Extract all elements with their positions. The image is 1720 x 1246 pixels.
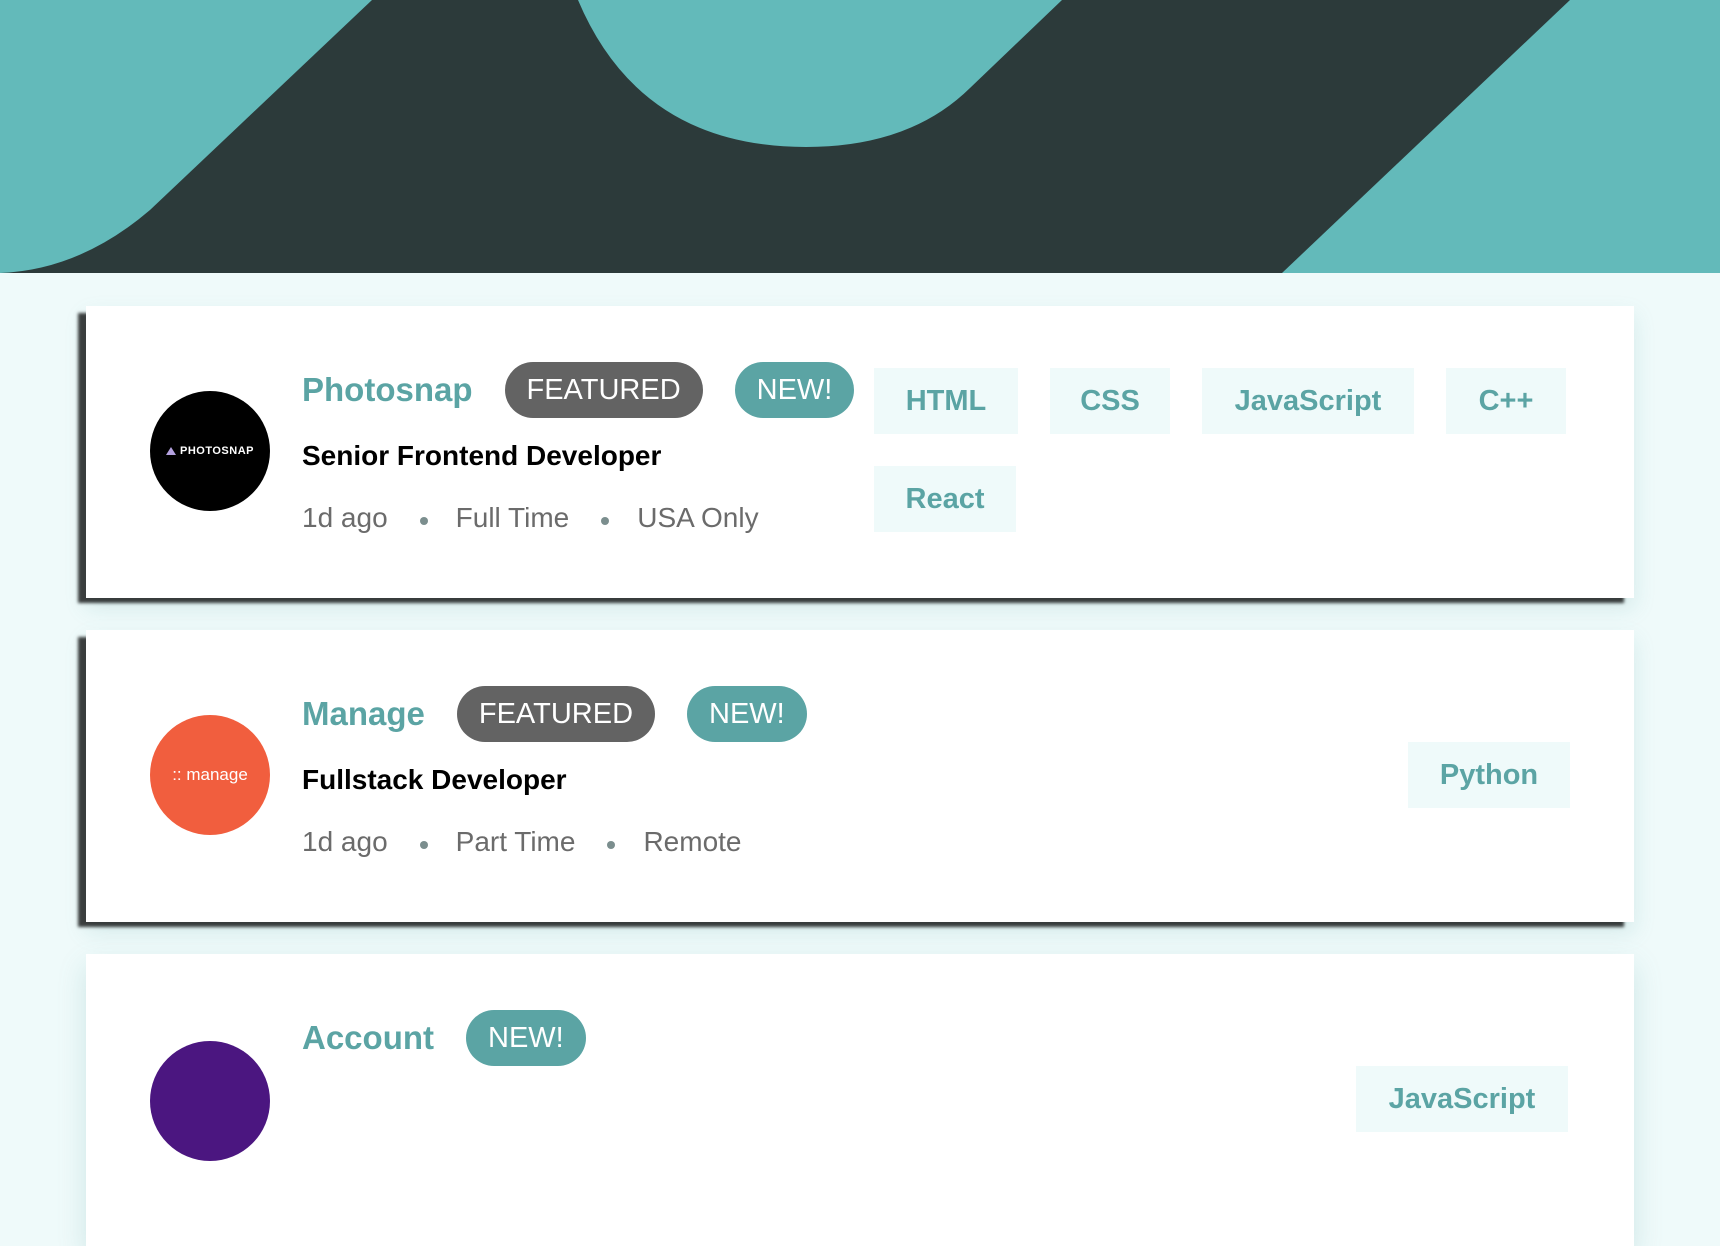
separator-dot-icon <box>607 841 616 849</box>
tag-cpp[interactable]: C++ <box>1446 368 1566 434</box>
header-pattern <box>0 0 1720 273</box>
new-badge: NEW! <box>687 686 807 742</box>
job-tags: HTML CSS JavaScript C++ React <box>874 368 1594 532</box>
separator-dot-icon <box>601 517 610 525</box>
posted-at: 1d ago <box>302 502 388 533</box>
tag-python[interactable]: Python <box>1408 742 1570 808</box>
job-position[interactable]: Fullstack Developer <box>302 764 839 796</box>
tag-react[interactable]: React <box>874 466 1016 532</box>
job-card-account: Account NEW! JavaScript <box>86 954 1634 1246</box>
job-tags: Python <box>1408 742 1570 808</box>
tag-javascript[interactable]: JavaScript <box>1356 1066 1568 1132</box>
job-card-manage: :: manage Manage FEATURED NEW! Fullstack… <box>86 630 1634 922</box>
featured-badge: FEATURED <box>456 686 656 742</box>
job-location: USA Only <box>637 502 759 533</box>
tag-javascript[interactable]: JavaScript <box>1202 368 1414 434</box>
job-tags: JavaScript <box>1356 1066 1568 1132</box>
company-logo-account <box>150 1041 270 1161</box>
contract-type: Part Time <box>455 826 576 857</box>
tag-css[interactable]: CSS <box>1050 368 1170 434</box>
job-info: Photosnap FEATURED NEW! Senior Frontend … <box>302 362 886 534</box>
company-logo-photosnap: PHOTOSNAP <box>150 391 270 511</box>
logo-wordmark: PHOTOSNAP <box>166 445 254 457</box>
featured-badge: FEATURED <box>504 362 703 418</box>
company-name: Account <box>302 1019 434 1056</box>
new-badge: NEW! <box>734 362 855 418</box>
new-badge: NEW! <box>466 1010 586 1066</box>
contract-type: Full Time <box>455 502 570 533</box>
job-meta: 1d ago Full Time USA Only <box>302 502 886 534</box>
job-position[interactable]: Senior Frontend Developer <box>302 440 886 472</box>
company-name: Manage <box>302 695 425 732</box>
company-name: Photosnap <box>302 371 473 408</box>
logo-wordmark: :: manage <box>172 765 248 784</box>
posted-at: 1d ago <box>302 826 388 857</box>
job-meta: 1d ago Part Time Remote <box>302 826 839 858</box>
header-banner <box>0 0 1720 273</box>
separator-dot-icon <box>419 517 428 525</box>
company-logo-manage: :: manage <box>150 715 270 835</box>
job-location: Remote <box>643 826 742 857</box>
triangle-icon <box>166 447 176 455</box>
separator-dot-icon <box>419 841 428 849</box>
job-info: Manage FEATURED NEW! Fullstack Developer… <box>302 686 839 858</box>
job-card-photosnap: PHOTOSNAP Photosnap FEATURED NEW! Senior… <box>86 306 1634 598</box>
job-info: Account NEW! <box>302 1010 618 1066</box>
tag-html[interactable]: HTML <box>874 368 1018 434</box>
